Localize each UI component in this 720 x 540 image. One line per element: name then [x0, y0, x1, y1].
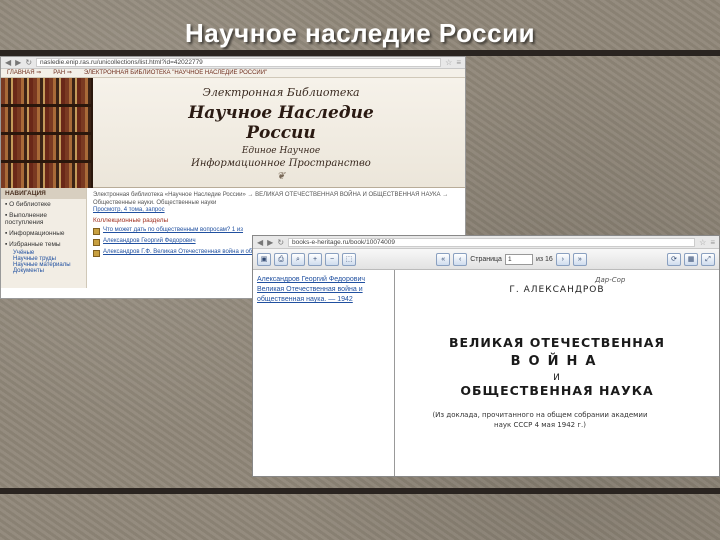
page-number-input[interactable]: 1: [504, 253, 533, 265]
book-icon: [93, 228, 100, 235]
grid-view-icon[interactable]: ▦: [684, 252, 698, 266]
banner-line-3: Единое Научное: [241, 146, 321, 156]
fit-page-icon[interactable]: ⬚: [342, 252, 356, 266]
browser-chrome: ◀ ▶ ↻ books-e-heritage.ru/book/10074009 …: [253, 236, 719, 249]
banner-text: Электронная Библиотека Научное Наследие …: [151, 82, 411, 182]
bookshelf-image: [1, 78, 93, 188]
document-note: (Из доклада, прочитанного на общем собра…: [432, 411, 648, 429]
save-icon[interactable]: ▣: [257, 252, 271, 266]
page-label: Страница: [470, 255, 502, 263]
sidebar-item[interactable]: ▪ Информационные: [1, 228, 86, 239]
back-icon[interactable]: ◀: [257, 238, 263, 247]
rotate-icon[interactable]: ⟳: [667, 252, 681, 266]
sidebar-item[interactable]: ▪ О библиотеке: [1, 199, 86, 210]
zoom-in-icon[interactable]: +: [308, 252, 322, 266]
document-title-line-4: ОБЩЕСТВЕННАЯ НАУКА: [460, 383, 654, 398]
library-stamp: Дар-Сор: [595, 276, 626, 284]
next-page-icon[interactable]: ›: [555, 252, 570, 266]
reader-toolbar: ▣ ⎙ ⌕ + − ⬚ « ‹ Страница 1 из 16 › » ⟳ ▦…: [253, 249, 719, 270]
book-icon: [93, 250, 100, 257]
breadcrumb: Электронная библиотека «Научное Наследие…: [93, 192, 449, 198]
browser-chrome: ◀ ▶ ↻ nasledie.enip.ras.ru/unicollection…: [1, 57, 465, 69]
address-bar[interactable]: books-e-heritage.ru/book/10074009: [288, 237, 696, 247]
banner-line-2: Научное Наследие России: [188, 103, 374, 143]
sidebar: НАВИГАЦИЯ ▪ О библиотеке ▪ Выполнение по…: [1, 188, 87, 288]
reload-icon[interactable]: ↻: [277, 238, 284, 247]
menu-icon[interactable]: ≡: [456, 58, 461, 67]
document-author: Г. АЛЕКСАНДРОВ: [509, 285, 605, 295]
zoom-out-icon[interactable]: −: [325, 252, 339, 266]
menu-item-library[interactable]: ЭЛЕКТРОННАЯ БИБЛИОТЕКА "НАУЧНОЕ НАСЛЕДИЕ…: [84, 69, 267, 77]
forward-icon[interactable]: ▶: [15, 58, 21, 67]
menu-item-ras[interactable]: РАН ⇒: [53, 69, 72, 77]
back-icon[interactable]: ◀: [5, 58, 11, 67]
search-icon[interactable]: ⌕: [291, 252, 305, 266]
prev-page-icon[interactable]: ‹: [453, 252, 468, 266]
page-total: из 16: [535, 255, 553, 263]
breadcrumb-sub: Общественные науки. Общественные науки: [93, 200, 217, 206]
bookmark-star-icon[interactable]: ☆: [445, 58, 452, 67]
forward-icon[interactable]: ▶: [267, 238, 273, 247]
site-top-menu: ГЛАВНАЯ ⇒ РАН ⇒ ЭЛЕКТРОННАЯ БИБЛИОТЕКА "…: [1, 69, 465, 78]
book-description-link[interactable]: Александров Георгий Федорович Великая От…: [253, 270, 395, 476]
book-icon: [93, 239, 100, 246]
document-page: Дар-Сор Г. АЛЕКСАНДРОВ ВЕЛИКАЯ ОТЕЧЕСТВЕ…: [395, 270, 719, 476]
sidebar-item[interactable]: ▪ Избранные темы: [1, 239, 86, 250]
sidebar-item[interactable]: ▪ Выполнение поступления: [1, 210, 86, 228]
menu-icon[interactable]: ≡: [710, 238, 715, 247]
banner-line-1: Электронная Библиотека: [202, 86, 360, 99]
view-link[interactable]: Просмотр, 4 тома, запрос: [93, 207, 459, 213]
sidebar-subitem[interactable]: Документы: [1, 268, 86, 274]
last-page-icon[interactable]: »: [572, 252, 587, 266]
address-bar[interactable]: nasledie.enip.ras.ru/unicollections/list…: [36, 58, 442, 67]
ornament-icon: ❦: [276, 171, 286, 182]
browser-window-reader: ◀ ▶ ↻ books-e-heritage.ru/book/10074009 …: [252, 235, 720, 477]
sidebar-header: НАВИГАЦИЯ: [1, 188, 86, 199]
site-banner: Электронная Библиотека Научное Наследие …: [1, 78, 465, 188]
reader-content: Александров Георгий Федорович Великая От…: [253, 270, 719, 476]
document-title-line-3: И: [553, 373, 561, 383]
bottom-divider: [0, 488, 720, 494]
list-item[interactable]: Что может дать по общественным вопросам?…: [93, 227, 459, 235]
slide-title: Научное наследие России: [184, 18, 536, 48]
menu-item-home[interactable]: ГЛАВНАЯ ⇒: [7, 69, 41, 77]
reload-icon[interactable]: ↻: [25, 58, 32, 67]
print-icon[interactable]: ⎙: [274, 252, 288, 266]
section-heading: Коллекционные разделы: [93, 217, 169, 224]
bookmark-star-icon[interactable]: ☆: [699, 238, 706, 247]
document-title-line-1: ВЕЛИКАЯ ОТЕЧЕСТВЕННАЯ: [448, 335, 666, 350]
document-title-line-2: ВОЙНА: [510, 354, 604, 369]
first-page-icon[interactable]: «: [436, 252, 451, 266]
banner-line-4: Информационное Пространство: [191, 158, 371, 169]
fullscreen-icon[interactable]: ⤢: [701, 252, 715, 266]
